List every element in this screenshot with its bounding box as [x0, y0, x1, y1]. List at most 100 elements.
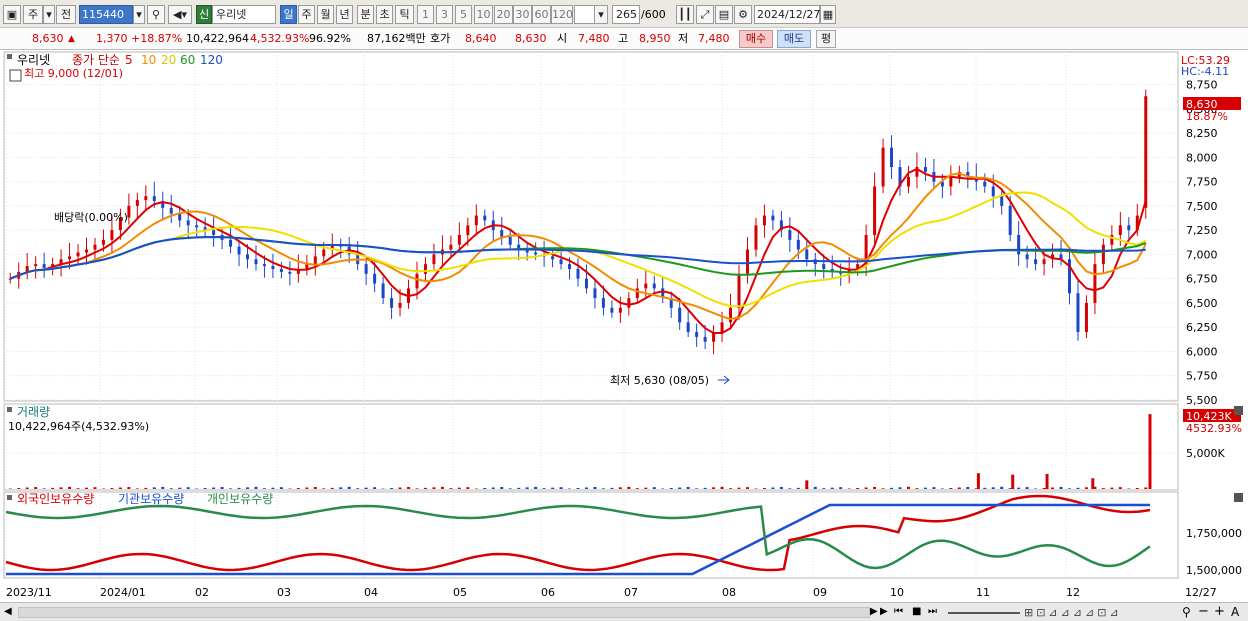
candle-body: [890, 147, 894, 168]
volume-spike-bar: [1045, 473, 1049, 489]
candle-body: [559, 259, 563, 265]
interval-30[interactable]: 30: [513, 5, 532, 24]
candle-body: [1008, 205, 1012, 235]
bid-price: 8,640: [465, 32, 497, 45]
market-select[interactable]: 주: [23, 5, 43, 24]
interval-60[interactable]: 60: [532, 5, 551, 24]
rewind-icon[interactable]: ⏮: [894, 606, 903, 617]
interval-5[interactable]: 5: [455, 5, 472, 24]
volume-panel: [3, 403, 1179, 491]
candle-body: [76, 252, 80, 257]
date-input[interactable]: 2024/12/27: [754, 5, 820, 24]
candle-body: [1000, 196, 1004, 206]
zoom-out-icon[interactable]: −: [1198, 604, 1209, 619]
tab-day[interactable]: 일: [280, 5, 297, 24]
xaxis-end-label: 12/27: [1185, 586, 1217, 599]
price-chart-svg[interactable]: 8,7508,5008,2508,0007,7507,5007,2507,000…: [0, 50, 1248, 602]
interval-10[interactable]: 10: [474, 5, 493, 24]
price-ytick: 6,750: [1186, 273, 1218, 286]
holdings-close-icon[interactable]: [1234, 493, 1243, 502]
volume-bar: [1084, 487, 1088, 489]
xaxis-label: 06: [541, 586, 555, 599]
zoom-slider[interactable]: [948, 612, 1020, 614]
volume-bar: [279, 487, 283, 489]
volume-panel-handle-icon[interactable]: [7, 407, 12, 412]
stock-name-field[interactable]: 우리넷: [212, 5, 276, 24]
sell-button[interactable]: 매도: [777, 30, 811, 48]
tab-month[interactable]: 월: [317, 5, 334, 24]
xaxis-label: 12: [1066, 586, 1080, 599]
candle-body: [169, 207, 173, 214]
calendar-icon[interactable]: ▦: [820, 5, 836, 24]
volume-bar: [118, 487, 122, 489]
font-size-icon[interactable]: A: [1231, 605, 1239, 619]
window-icon[interactable]: ▣: [3, 5, 21, 24]
price-ytick: 7,000: [1186, 248, 1218, 261]
candle-body: [93, 244, 97, 250]
interval-20[interactable]: 20: [494, 5, 513, 24]
holdings-panel-handle-icon[interactable]: [7, 495, 12, 500]
interval-dropdown-icon[interactable]: ▾: [594, 5, 608, 24]
volume-bar: [347, 486, 351, 489]
drawing-tools-icon[interactable]: ⊞⊡⊿⊿⊿⊿⊡⊿: [1024, 606, 1122, 619]
price-ytick: 7,750: [1186, 176, 1218, 189]
code-dropdown-icon[interactable]: ▾: [133, 5, 145, 24]
xaxis-label: 2023/11: [6, 586, 52, 599]
tab-minute[interactable]: 분: [357, 5, 374, 24]
candle-body: [720, 322, 724, 333]
buy-button[interactable]: 매수: [739, 30, 773, 48]
scroll-left-icon[interactable]: ◀: [4, 606, 12, 617]
volume-bar: [551, 487, 555, 489]
volume-close-icon[interactable]: [1234, 406, 1243, 415]
count-input[interactable]: 265: [612, 5, 640, 24]
volume-bar: [737, 487, 741, 489]
search-icon[interactable]: ⚲: [147, 5, 165, 24]
volume-bar: [390, 488, 394, 489]
volume-bar: [788, 488, 792, 489]
candle-type-icon[interactable]: ┃┃: [676, 5, 694, 24]
dividend-note: 배당락(0.00%): [54, 211, 128, 224]
bottom-scrollbar[interactable]: ◀ ▶ ▶ ⏮ ■ ⏭ ⊞⊡⊿⊿⊿⊿⊡⊿ ⚲ − + A: [0, 602, 1248, 621]
candle-body: [262, 264, 266, 267]
code-input[interactable]: 115440: [79, 5, 133, 24]
volume-bar: [1135, 487, 1139, 489]
candle-body: [686, 322, 690, 333]
tab-second[interactable]: 초: [376, 5, 393, 24]
volume-bar: [76, 488, 80, 489]
speaker-icon[interactable]: ◀▾: [168, 5, 192, 24]
forward-icon[interactable]: ⏭: [928, 606, 937, 617]
zoom-in-icon[interactable]: +: [1214, 604, 1225, 619]
legend-ma10: 10: [141, 53, 156, 67]
volume-bar: [703, 487, 707, 489]
interval-120[interactable]: 120: [551, 5, 573, 24]
chevron-down-icon[interactable]: ▾: [43, 5, 55, 24]
gear-icon[interactable]: ⚙: [734, 5, 752, 24]
price-ytick: 8,000: [1186, 151, 1218, 164]
zoom-search-icon[interactable]: ⚲: [1182, 605, 1191, 619]
legend-ma20: 20: [161, 53, 176, 67]
compare-icon[interactable]: ⤢: [696, 5, 714, 24]
tab-tick[interactable]: 틱: [395, 5, 414, 24]
prev-button[interactable]: 전: [56, 5, 76, 24]
volume-bar: [254, 486, 258, 489]
volume-spike-bar: [805, 480, 809, 489]
up-arrow-icon: ▲: [68, 34, 75, 44]
interval-3[interactable]: 3: [436, 5, 453, 24]
stop-icon[interactable]: ■: [912, 606, 921, 617]
tab-year[interactable]: 년: [336, 5, 353, 24]
play-icon[interactable]: ▶: [880, 606, 888, 617]
chart-area[interactable]: 8,7508,5008,2508,0007,7507,5007,2507,000…: [0, 50, 1248, 602]
eval-button[interactable]: 평: [816, 30, 836, 48]
candle-body: [695, 332, 699, 337]
panel-handle-icon[interactable]: [7, 54, 12, 59]
candle-body: [593, 288, 597, 299]
scroll-track[interactable]: [18, 607, 870, 618]
calendar-marker-icon[interactable]: [9, 69, 22, 82]
candle-body: [186, 220, 190, 226]
interval-1[interactable]: 1: [417, 5, 434, 24]
toolbar: ▣ 주 ▾ 전 115440 ▾ ⚲ ◀▾ 신 우리넷 일 주 월 년 분 초 …: [0, 0, 1248, 28]
tab-week[interactable]: 주: [298, 5, 315, 24]
save-icon[interactable]: ▤: [715, 5, 733, 24]
volume-bar: [212, 487, 216, 489]
scroll-right-icon[interactable]: ▶: [870, 606, 878, 617]
